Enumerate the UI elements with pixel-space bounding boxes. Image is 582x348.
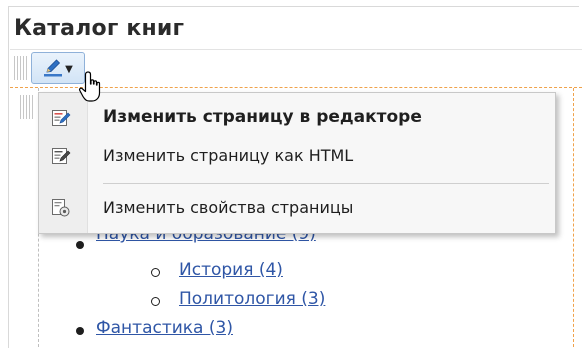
menu-item-label: Изменить свойства страницы bbox=[103, 197, 354, 217]
pencil-icon bbox=[43, 58, 63, 78]
menu-item-edit-as-html[interactable]: Изменить страницу как HTML bbox=[39, 137, 555, 173]
menu-item-label: Изменить страницу в редакторе bbox=[103, 107, 422, 127]
sublist-item-link[interactable]: История (4) bbox=[179, 260, 283, 280]
list-bullet bbox=[76, 327, 84, 335]
edit-page-html-icon bbox=[51, 146, 71, 166]
editable-region-border-right bbox=[573, 88, 574, 347]
hand-cursor-icon bbox=[78, 70, 108, 110]
edit-dropdown-menu: Изменить страницу в редакторе Изменить с… bbox=[38, 92, 556, 234]
menu-separator bbox=[103, 183, 549, 184]
sublist-bullet bbox=[151, 268, 160, 277]
list-item-link[interactable]: Фантастика (3) bbox=[96, 318, 233, 338]
chevron-down-icon: ▼ bbox=[65, 64, 73, 75]
edit-page-wysiwyg-icon bbox=[51, 108, 71, 128]
sublist-bullet bbox=[151, 297, 160, 306]
region-grip-icon[interactable] bbox=[20, 95, 34, 119]
menu-item-page-properties[interactable]: Изменить свойства страницы bbox=[39, 189, 555, 225]
page-properties-icon bbox=[51, 198, 71, 218]
page-title: Каталог книг bbox=[14, 16, 185, 41]
edit-toolbar: ▼ bbox=[14, 52, 85, 84]
toolbar-divider bbox=[10, 49, 582, 50]
menu-item-edit-in-editor[interactable]: Изменить страницу в редакторе bbox=[39, 99, 555, 135]
menu-item-label: Изменить страницу как HTML bbox=[103, 145, 354, 165]
sublist-item-link[interactable]: Политология (3) bbox=[179, 289, 325, 309]
edit-dropdown-button[interactable]: ▼ bbox=[31, 52, 85, 84]
toolbar-grip-icon[interactable] bbox=[14, 56, 28, 80]
list-bullet bbox=[76, 241, 84, 249]
